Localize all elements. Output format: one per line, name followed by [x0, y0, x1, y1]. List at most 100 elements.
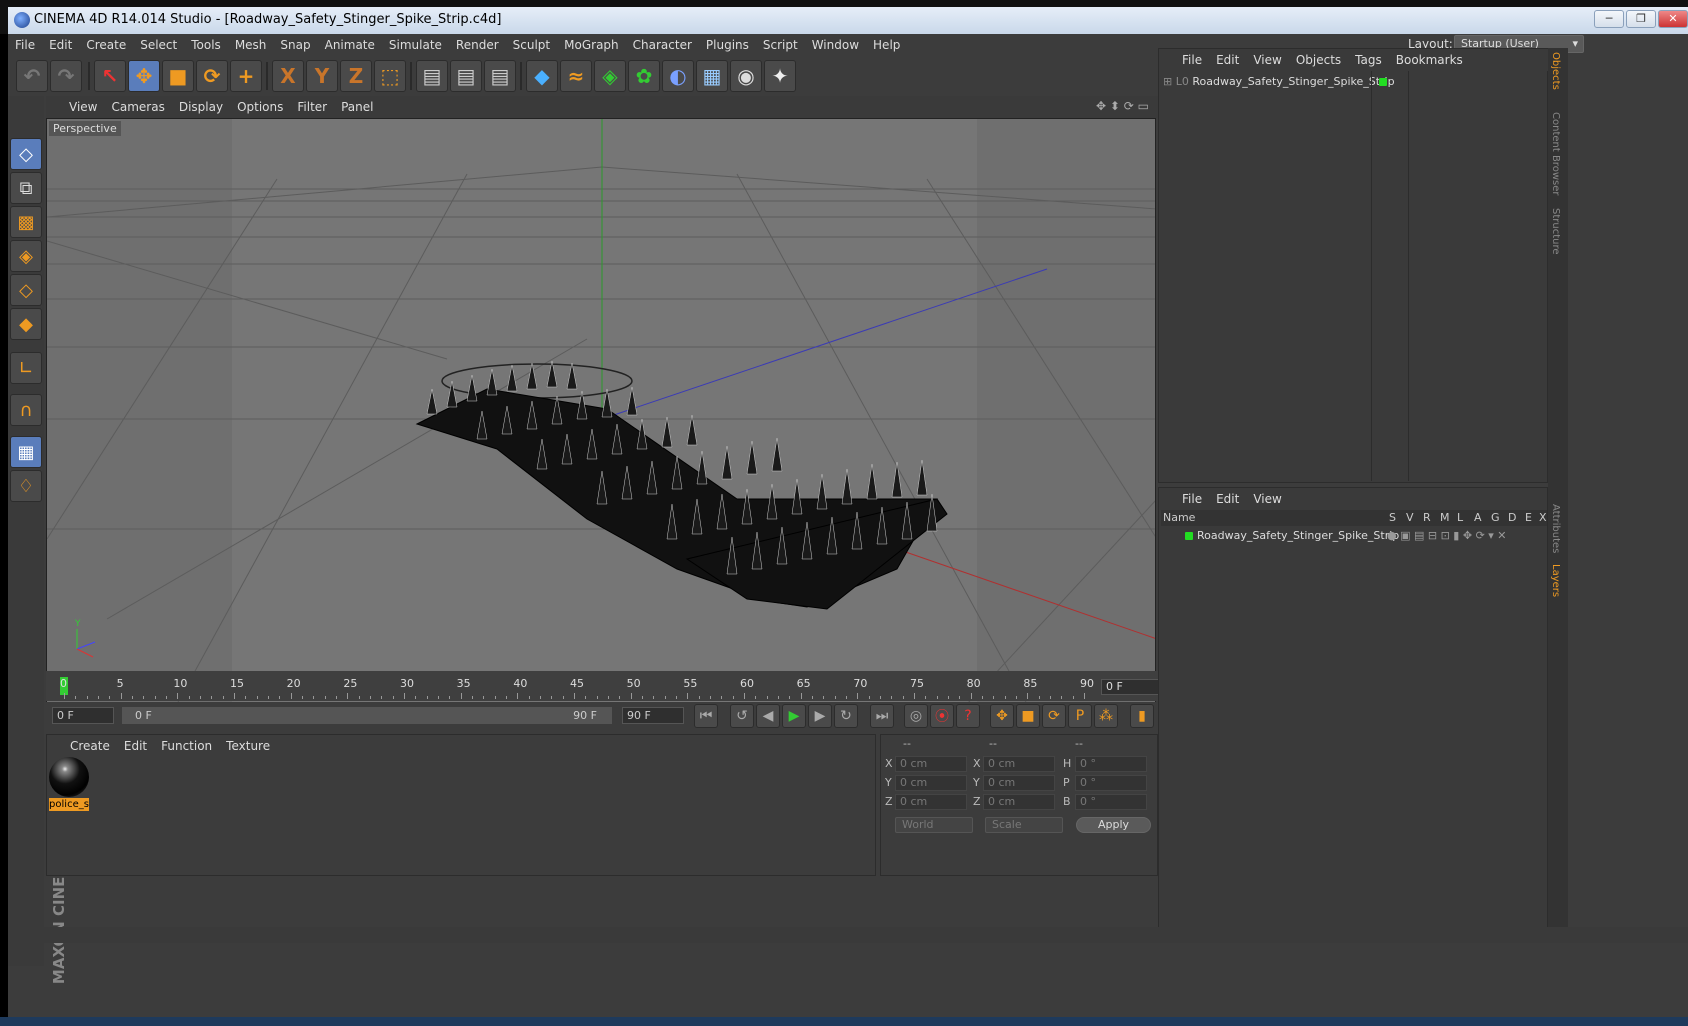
layer-name[interactable]: Roadway_Safety_Stinger_Spike_Strip: [1197, 529, 1399, 542]
tab-attributes[interactable]: Attributes: [1550, 504, 1561, 553]
help-icon[interactable]: ?: [956, 704, 980, 728]
col-expressions[interactable]: E: [1525, 511, 1532, 524]
objects-menu-objects[interactable]: Objects: [1289, 49, 1348, 71]
layer-color-icon[interactable]: [1185, 532, 1193, 540]
layer-menu-edit[interactable]: Edit: [1209, 488, 1246, 510]
render-picture-viewer-icon[interactable]: ▤: [450, 60, 482, 92]
menu-tools[interactable]: Tools: [184, 34, 228, 56]
maximize-button[interactable]: ❐: [1626, 10, 1656, 28]
light-icon[interactable]: ✦: [764, 60, 796, 92]
col-manager[interactable]: M: [1440, 511, 1450, 524]
col-render[interactable]: R: [1423, 511, 1431, 524]
snap-grid-icon[interactable]: ▦: [10, 436, 42, 468]
param-key-icon[interactable]: P: [1068, 704, 1092, 728]
material-menu-texture[interactable]: Texture: [219, 735, 277, 757]
prev-frame-icon[interactable]: ◀: [756, 704, 780, 728]
array-icon[interactable]: ✿: [628, 60, 660, 92]
material-menu-function[interactable]: Function: [154, 735, 219, 757]
menu-create[interactable]: Create: [79, 34, 133, 56]
size-y-field[interactable]: 0 cm: [983, 775, 1055, 791]
menu-character[interactable]: Character: [626, 34, 699, 56]
go-end-icon[interactable]: ⏭: [870, 704, 894, 728]
size-x-field[interactable]: 0 cm: [983, 756, 1055, 772]
viewport-menu-options[interactable]: Options: [230, 96, 290, 118]
layer-flag-icons[interactable]: ● ▣ ▤ ⊟ ⊡ ▮ ✥ ⟳ ▾ ✕: [1387, 529, 1507, 542]
redo-icon[interactable]: ↷: [50, 60, 82, 92]
next-key-icon[interactable]: ↻: [834, 704, 858, 728]
magnet-icon[interactable]: ∩: [10, 394, 42, 426]
z-axis-icon[interactable]: Z: [340, 60, 372, 92]
col-deformers[interactable]: D: [1508, 511, 1516, 524]
objects-menu-view[interactable]: View: [1246, 49, 1288, 71]
menu-help[interactable]: Help: [866, 34, 907, 56]
deformer-icon[interactable]: ◐: [662, 60, 694, 92]
close-button[interactable]: ✕: [1658, 10, 1688, 28]
material-name[interactable]: police_s: [49, 798, 89, 811]
tab-content-browser[interactable]: Content Browser: [1550, 112, 1561, 195]
play-icon[interactable]: ▶: [782, 704, 806, 728]
model-mode-icon[interactable]: ◇: [10, 138, 42, 170]
next-frame-icon[interactable]: ▶: [808, 704, 832, 728]
scale-icon[interactable]: ■: [162, 60, 194, 92]
floor-icon[interactable]: ▦: [696, 60, 728, 92]
viewport-menu-cameras[interactable]: Cameras: [104, 96, 171, 118]
position-y-field[interactable]: 0 cm: [895, 775, 967, 791]
frame-range-slider[interactable]: 0 F 90 F: [122, 707, 612, 724]
undo-icon[interactable]: ↶: [16, 60, 48, 92]
size-z-field[interactable]: 0 cm: [983, 794, 1055, 810]
axis-mode-icon[interactable]: ∟: [10, 352, 42, 384]
points-mode-icon[interactable]: ◈: [10, 240, 42, 272]
prev-key-icon[interactable]: ↺: [730, 704, 754, 728]
menu-sculpt[interactable]: Sculpt: [506, 34, 557, 56]
nurbs-icon[interactable]: ◈: [594, 60, 626, 92]
material-menu-edit[interactable]: Edit: [117, 735, 154, 757]
end-frame-field[interactable]: 90 F: [622, 707, 684, 724]
rotate-icon[interactable]: ⟳: [196, 60, 228, 92]
size-mode-dropdown[interactable]: Scale: [985, 817, 1063, 833]
scale-key-icon[interactable]: ■: [1016, 704, 1040, 728]
timeline-icon[interactable]: ▮: [1130, 704, 1154, 728]
timeline-ruler[interactable]: 0 5 10 15 20 25 30 35 40 45 50 55 60 65 70 75 80 85 90 0 F: [46, 671, 1163, 701]
coordinate-system-icon[interactable]: ⬚: [374, 60, 406, 92]
menu-edit[interactable]: Edit: [42, 34, 79, 56]
3d-viewport[interactable]: Perspective Y: [46, 118, 1156, 703]
start-frame-field[interactable]: 0 F: [52, 707, 114, 724]
camera-icon[interactable]: ◉: [730, 60, 762, 92]
position-z-field[interactable]: 0 cm: [895, 794, 967, 810]
objects-menu-edit[interactable]: Edit: [1209, 49, 1246, 71]
material-menu-create[interactable]: Create: [63, 735, 117, 757]
texture-mode-icon[interactable]: ⧉: [10, 172, 42, 204]
auto-key-icon[interactable]: ⦿: [930, 704, 954, 728]
col-generators[interactable]: G: [1491, 511, 1500, 524]
viewport-menu-panel[interactable]: Panel: [334, 96, 380, 118]
viewport-nav-icons[interactable]: ✥ ⬍ ⟳ ▭: [1096, 99, 1149, 113]
menu-mograph[interactable]: MoGraph: [557, 34, 626, 56]
move-key-icon[interactable]: ✥: [990, 704, 1014, 728]
select-arrow-icon[interactable]: ↖: [94, 60, 126, 92]
menu-script[interactable]: Script: [756, 34, 805, 56]
add-icon[interactable]: +: [230, 60, 262, 92]
tab-objects[interactable]: Objects: [1550, 52, 1561, 90]
coordinate-mode-dropdown[interactable]: World: [895, 817, 973, 833]
rotation-h-field[interactable]: 0 °: [1075, 756, 1147, 772]
menu-window[interactable]: Window: [805, 34, 866, 56]
menu-select[interactable]: Select: [133, 34, 184, 56]
viewport-menu-view[interactable]: View: [62, 96, 104, 118]
objects-menu-file[interactable]: File: [1175, 49, 1209, 71]
layer-menu-file[interactable]: File: [1175, 488, 1209, 510]
col-view[interactable]: V: [1406, 511, 1414, 524]
col-xref[interactable]: X: [1539, 511, 1547, 524]
name-column-header[interactable]: Name: [1163, 511, 1195, 524]
rotation-p-field[interactable]: 0 °: [1075, 775, 1147, 791]
col-solo[interactable]: S: [1389, 511, 1396, 524]
object-row[interactable]: ⊞ L0 Roadway_Safety_Stinger_Spike_Strip: [1163, 75, 1543, 91]
polygons-mode-icon[interactable]: ◆: [10, 308, 42, 340]
edges-mode-icon[interactable]: ◇: [10, 274, 42, 306]
move-icon[interactable]: ✥: [128, 60, 160, 92]
y-axis-icon[interactable]: Y: [306, 60, 338, 92]
apply-button[interactable]: Apply: [1076, 817, 1151, 833]
minimize-button[interactable]: ─: [1594, 10, 1624, 28]
menu-animate[interactable]: Animate: [318, 34, 382, 56]
layer-menu-view[interactable]: View: [1246, 488, 1288, 510]
current-frame-field[interactable]: 0 F: [1101, 679, 1163, 695]
